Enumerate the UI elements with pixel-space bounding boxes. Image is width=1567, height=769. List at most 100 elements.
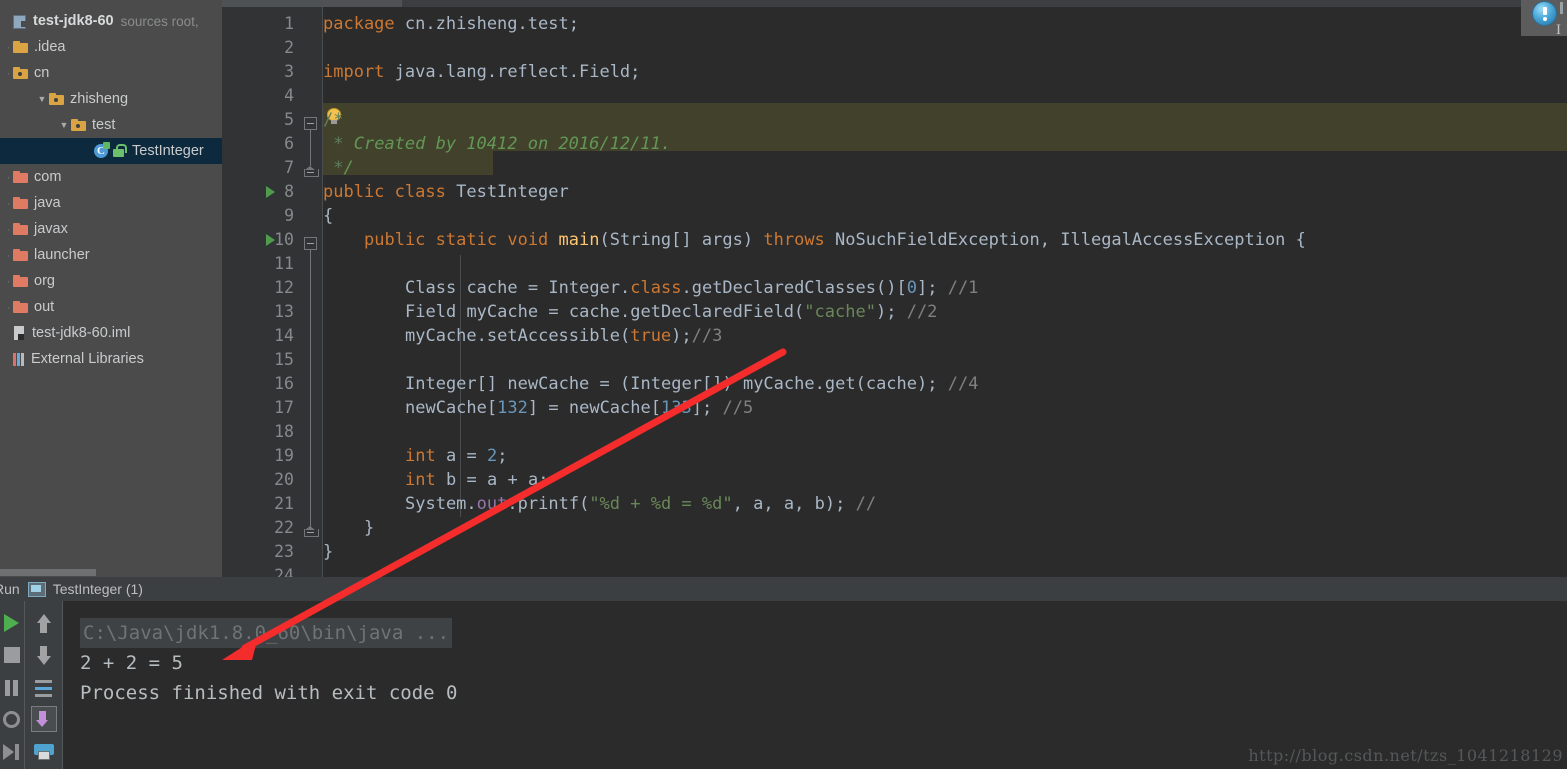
scroll-down-icon[interactable] (37, 656, 51, 665)
tree-item-testinteger[interactable]: C TestInteger (0, 138, 222, 164)
code-line[interactable]: myCache.setAccessible(true);//3 (323, 324, 722, 348)
code-line[interactable]: Class cache = Integer.class.getDeclaredC… (323, 276, 978, 300)
line-number: 13 (274, 302, 294, 321)
line-number: 8 (284, 182, 294, 201)
console-line: C:\Java\jdk1.8.0_60\bin\java ... (80, 618, 453, 648)
source-folder-icon (49, 93, 64, 105)
soft-wrap-icon[interactable] (35, 680, 52, 683)
tree-item-label: launcher (34, 247, 90, 263)
tree-item-zhisheng[interactable]: ▼ zhisheng (0, 86, 222, 112)
module-icon (13, 14, 27, 29)
line-number: 1 (284, 14, 294, 33)
line-number: 20 (274, 470, 294, 489)
code-line[interactable]: System.out.printf("%d + %d = %d", a, a, … (323, 492, 876, 516)
resume-icon[interactable] (3, 744, 14, 760)
tree-item-org[interactable]: · org (0, 268, 222, 294)
line-number: 5 (284, 110, 294, 129)
run-configuration-icon (27, 582, 46, 597)
stop-icon[interactable] (4, 647, 20, 663)
fold-end-method[interactable] (304, 526, 319, 537)
rerun-icon[interactable] (3, 711, 20, 728)
code-line[interactable]: * Created by 10412 on 2016/12/11. (323, 132, 671, 156)
editor-gutter-fold-column[interactable] (300, 7, 322, 577)
chevron-down-icon[interactable]: ▼ (57, 120, 71, 130)
code-line[interactable]: public class TestInteger (323, 180, 569, 204)
tree-item-test-jdk8-60[interactable]: test-jdk8-60 sources root, (0, 8, 222, 34)
run-gutter-icon[interactable] (266, 186, 275, 198)
tree-item-test-jdk8-60-iml[interactable]: test-jdk8-60.iml (0, 320, 222, 346)
code-line[interactable]: public static void main(String[] args) t… (323, 228, 1306, 252)
editor-code-area[interactable]: package cn.zhisheng.test; import java.lan… (323, 7, 1567, 577)
tree-item-external-libraries[interactable]: External Libraries (0, 346, 222, 372)
code-line[interactable]: int b = a + a; (323, 468, 548, 492)
code-line[interactable]: */ (323, 156, 354, 180)
tree-item-cn[interactable]: · cn (0, 60, 222, 86)
run-control-toolbar[interactable] (0, 601, 24, 769)
excluded-folder-icon (13, 223, 28, 235)
tree-item-com[interactable]: · com (0, 164, 222, 190)
code-line[interactable]: Integer[] newCache = (Integer[]) myCache… (323, 372, 978, 396)
run-tool-window-header[interactable]: Run TestInteger (1) (0, 577, 1567, 601)
console-toolbar[interactable] (25, 601, 62, 769)
line-number: 10 (274, 230, 294, 249)
code-line[interactable]: } (323, 516, 374, 540)
tree-item-launcher[interactable]: · launcher (0, 242, 222, 268)
source-folder-icon (71, 119, 86, 131)
fold-end-javadoc[interactable] (304, 166, 319, 177)
iml-file-icon (13, 325, 26, 341)
code-line[interactable]: Field myCache = cache.getDeclaredField("… (323, 300, 937, 324)
tab-test-integer-java[interactable] (222, 0, 402, 7)
scroll-down-icon-stem[interactable] (40, 646, 47, 656)
tree-item-label: TestInteger (132, 143, 204, 159)
fold-region-line-javadoc (310, 130, 311, 166)
excluded-folder-icon (13, 197, 28, 209)
tree-item-idea[interactable]: · .idea (0, 34, 222, 60)
resume-icon-bar[interactable] (15, 744, 19, 760)
intellij-idea-window: test-jdk8-60 sources root, · .idea · cn ▼ zhish… (0, 0, 1567, 769)
fold-collapse-method[interactable] (304, 237, 317, 250)
libraries-icon (13, 352, 25, 367)
print-icon-paper[interactable] (38, 751, 50, 760)
editor-gutter-line-numbers[interactable]: 1 2 3 4 5 6 7 8 9 10 11 12 13 14 15 16 17 18 19 20 21 22 23 24 (222, 7, 300, 577)
fold-collapse-javadoc[interactable] (304, 117, 317, 130)
tree-item-label: test (92, 117, 116, 133)
code-line[interactable]: /* (323, 108, 343, 132)
pause-icon-bar2[interactable] (13, 680, 18, 696)
tree-item-java[interactable]: · java (0, 190, 222, 216)
tree-item-test[interactable]: ▼ test (0, 112, 222, 138)
scroll-to-end-icon-head[interactable] (36, 720, 48, 727)
tree-item-label: External Libraries (31, 351, 144, 367)
console-output[interactable]: C:\Java\jdk1.8.0_60\bin\java ... 2 + 2 = … (63, 601, 1567, 769)
excluded-folder-icon (13, 171, 28, 183)
line-number: 7 (284, 158, 294, 177)
run-icon[interactable] (4, 614, 19, 632)
info-ball-icon[interactable] (1532, 1, 1557, 26)
project-tree-panel[interactable]: test-jdk8-60 sources root, · .idea · cn ▼ zhish… (0, 0, 222, 577)
code-line[interactable]: import java.lang.reflect.Field; (323, 60, 640, 84)
tree-item-out[interactable]: · out (0, 294, 222, 320)
line-number: 11 (274, 254, 294, 273)
scrollbar-thumb[interactable] (0, 569, 96, 576)
soft-wrap-icon-l3[interactable] (35, 694, 52, 697)
editor-tab-strip[interactable]: TestInteger.java (222, 0, 1567, 7)
code-line[interactable]: package cn.zhisheng.test; (323, 12, 579, 36)
scroll-up-icon[interactable] (37, 614, 51, 623)
pause-icon[interactable] (5, 680, 10, 696)
scroll-up-icon-stem[interactable] (40, 623, 47, 633)
code-line[interactable]: } (323, 540, 333, 564)
soft-wrap-icon-l2[interactable] (35, 687, 52, 690)
run-gutter-icon[interactable] (266, 234, 275, 246)
tree-item-label: out (34, 299, 55, 315)
tree-item-label: javax (34, 221, 68, 237)
tree-item-javax[interactable]: · javax (0, 216, 222, 242)
code-line[interactable]: int a = 2; (323, 444, 507, 468)
run-tool-window[interactable]: Run TestInteger (1) (0, 577, 1567, 769)
code-line[interactable]: { (323, 204, 333, 228)
toolbar-divider-icon (1560, 2, 1563, 14)
chevron-down-icon[interactable]: ▼ (35, 94, 49, 104)
line-number: 3 (284, 62, 294, 81)
project-tree-horizontal-scrollbar[interactable] (0, 568, 222, 577)
tree-guide-dash: · (6, 196, 11, 210)
code-editor[interactable]: TestInteger.java 12345678910111213141516… (222, 0, 1567, 577)
code-line[interactable]: newCache[132] = newCache[133]; //5 (323, 396, 753, 420)
